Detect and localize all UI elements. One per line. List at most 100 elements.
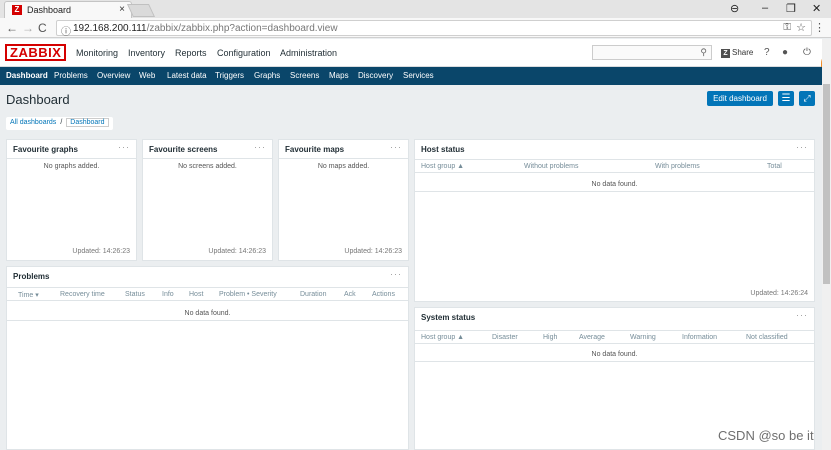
widget-title: Favourite graphs — [13, 145, 78, 154]
breadcrumb: All dashboards / Dashboard — [6, 117, 113, 130]
widget-menu-icon[interactable]: ··· — [796, 310, 808, 320]
widget-problems: Problems ··· Time ▾ Recovery time Status… — [6, 266, 409, 450]
menu-reports[interactable]: Reports — [175, 48, 207, 58]
breadcrumb-current[interactable]: Dashboard — [66, 118, 109, 127]
page-title: Dashboard — [6, 92, 70, 107]
widget-menu-icon[interactable]: ··· — [118, 142, 130, 152]
table-header: Host group ▲ Disaster High Average Warni… — [415, 330, 814, 344]
zabbix-logo[interactable]: ZABBIX — [5, 44, 67, 61]
browser-tab[interactable]: Z Dashboard × — [4, 1, 132, 18]
no-data-row: No data found. — [415, 348, 814, 362]
widget-updated: Updated: 14:26:23 — [72, 248, 130, 255]
address-bar-row: ← → C ⓘ 192.168.200.111/zabbix/zabbix.ph… — [0, 18, 831, 38]
widget-title: Host status — [421, 145, 465, 154]
browser-tab-bar: Z Dashboard × ⊖ – ❐ ✕ — [0, 0, 831, 18]
share-button[interactable]: Z Share — [721, 48, 753, 58]
column-information: Information — [682, 334, 718, 341]
close-window-button[interactable]: ✕ — [812, 2, 821, 15]
subnav-dashboard[interactable]: Dashboard — [6, 71, 48, 80]
column-host-group[interactable]: Host group ▲ — [421, 163, 464, 170]
sub-navigation: Dashboard Problems Overview Web Latest d… — [0, 67, 822, 85]
subnav-screens[interactable]: Screens — [290, 71, 319, 80]
browser-tab-title: Dashboard — [27, 5, 72, 15]
column-actions: Actions — [372, 291, 395, 298]
widget-title: Favourite screens — [149, 145, 218, 154]
widget-menu-icon[interactable]: ··· — [390, 269, 402, 279]
widget-updated: Updated: 14:26:23 — [344, 248, 402, 255]
widget-favourite-graphs: Favourite graphs ··· No graphs added. Up… — [6, 139, 137, 261]
help-icon[interactable]: ? — [764, 47, 770, 58]
fullscreen-button[interactable]: ⤢ — [799, 91, 815, 106]
column-high: High — [543, 334, 558, 341]
widget-title: Favourite maps — [285, 145, 345, 154]
table-header: Host group ▲ Without problems With probl… — [415, 159, 814, 173]
url-input[interactable]: ⓘ 192.168.200.111/zabbix/zabbix.php?acti… — [56, 20, 812, 38]
table-header: Time ▾ Recovery time Status Info Host Pr… — [7, 287, 408, 301]
divider — [279, 158, 408, 159]
search-input[interactable]: ⚲ — [592, 45, 712, 60]
widget-title: System status — [421, 313, 476, 322]
column-host-group[interactable]: Host group ▲ — [421, 334, 464, 341]
widget-menu-icon[interactable]: ··· — [390, 142, 402, 152]
dashboard-list-button[interactable]: ☰ — [778, 91, 794, 106]
subnav-overview[interactable]: Overview — [97, 71, 130, 80]
share-icon: Z — [721, 49, 730, 58]
breadcrumb-separator: / — [60, 119, 63, 126]
subnav-discovery[interactable]: Discovery — [358, 71, 393, 80]
info-icon[interactable]: ⓘ — [61, 23, 71, 38]
subnav-graphs[interactable]: Graphs — [254, 71, 280, 80]
subnav-latest-data[interactable]: Latest data — [167, 71, 207, 80]
widget-menu-icon[interactable]: ··· — [796, 142, 808, 152]
search-icon: ⚲ — [700, 47, 707, 57]
zabbix-favicon-icon: Z — [12, 5, 22, 15]
column-without-problems: Without problems — [524, 163, 579, 170]
menu-inventory[interactable]: Inventory — [128, 48, 165, 58]
minimize-button[interactable]: – — [762, 2, 768, 14]
column-problem-severity: Problem • Severity — [219, 291, 277, 298]
widget-updated: Updated: 14:26:23 — [208, 248, 266, 255]
account-icon[interactable]: ⊖ — [730, 2, 739, 15]
subnav-maps[interactable]: Maps — [329, 71, 349, 80]
column-total: Total — [767, 163, 782, 170]
breadcrumb-all-dashboards[interactable]: All dashboards — [10, 119, 56, 126]
column-recovery-time: Recovery time — [60, 291, 105, 298]
column-host: Host — [189, 291, 204, 298]
column-average: Average — [579, 334, 605, 341]
divider — [143, 158, 272, 159]
browser-menu-icon[interactable]: ⋮ — [814, 21, 825, 34]
divider — [7, 158, 136, 159]
subnav-triggers[interactable]: Triggers — [215, 71, 244, 80]
reload-icon[interactable]: C — [38, 21, 47, 35]
widget-empty-text: No screens added. — [178, 163, 237, 170]
bookmark-star-icon[interactable]: ☆ — [796, 21, 806, 34]
scrollbar-thumb[interactable] — [823, 84, 830, 284]
edit-dashboard-button[interactable]: Edit dashboard — [707, 91, 773, 106]
column-duration: Duration — [300, 291, 327, 298]
restore-button[interactable]: ❐ — [786, 2, 796, 15]
watermark: CSDN @so be it — [718, 428, 814, 443]
widget-empty-text: No graphs added. — [43, 163, 100, 170]
column-not-classified: Not classified — [746, 334, 788, 341]
widget-empty-text: No maps added. — [317, 163, 370, 170]
menu-configuration[interactable]: Configuration — [217, 48, 271, 58]
close-tab-icon[interactable]: × — [119, 4, 125, 15]
new-tab-button[interactable] — [126, 4, 156, 17]
url-text: 192.168.200.111/zabbix/zabbix.php?action… — [73, 23, 338, 34]
widget-favourite-maps: Favourite maps ··· No maps added. Update… — [278, 139, 409, 261]
no-data-row: No data found. — [415, 178, 814, 192]
back-arrow-icon[interactable]: ← — [6, 21, 18, 35]
menu-monitoring[interactable]: Monitoring — [76, 48, 118, 58]
subnav-services[interactable]: Services — [403, 71, 434, 80]
user-profile-icon[interactable]: ● — [782, 47, 788, 58]
widget-host-status: Host status ··· Host group ▲ Without pro… — [414, 139, 815, 302]
column-disaster: Disaster — [492, 334, 518, 341]
subnav-problems[interactable]: Problems — [54, 71, 88, 80]
subnav-web[interactable]: Web — [139, 71, 155, 80]
forward-arrow-icon[interactable]: → — [22, 21, 34, 35]
key-icon[interactable]: ⚿ — [783, 22, 791, 33]
widget-menu-icon[interactable]: ··· — [254, 142, 266, 152]
sign-out-icon[interactable]: ⏻ — [803, 47, 811, 58]
column-time[interactable]: Time ▾ — [18, 291, 39, 299]
url-host: 192.168.200.111 — [73, 23, 147, 34]
menu-administration[interactable]: Administration — [280, 48, 337, 58]
